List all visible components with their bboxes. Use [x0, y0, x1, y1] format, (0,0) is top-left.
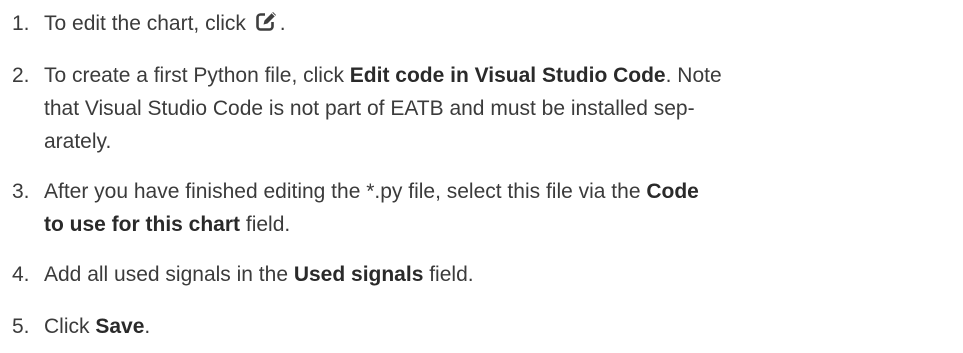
ui-term-code: Code [646, 180, 699, 203]
step-text: After you have finished editing the *.py… [44, 180, 699, 236]
ui-term-save: Save [95, 315, 145, 338]
instructions-document: 1. To edit the chart, click . 2. To crea… [0, 0, 963, 353]
ui-term-edit-code: Edit code in Visual Studio Code [349, 64, 666, 87]
edit-icon [255, 9, 278, 31]
ui-term-to-use-for-chart: to use for this chart [44, 213, 241, 236]
step-number: 2. [12, 64, 30, 87]
step-text: Click Save. [44, 315, 151, 338]
step-number: 5. [12, 315, 30, 338]
step-text: Add all used signals in the Used signals… [44, 263, 474, 286]
step-text: To create a first Python file, click Edi… [44, 64, 722, 153]
step-number: 4. [12, 263, 30, 286]
step-number: 1. [12, 12, 30, 35]
step-number: 3. [12, 180, 30, 203]
ui-term-used-signals: Used signals [293, 263, 424, 286]
step-text: To edit the chart, click . [44, 7, 959, 40]
